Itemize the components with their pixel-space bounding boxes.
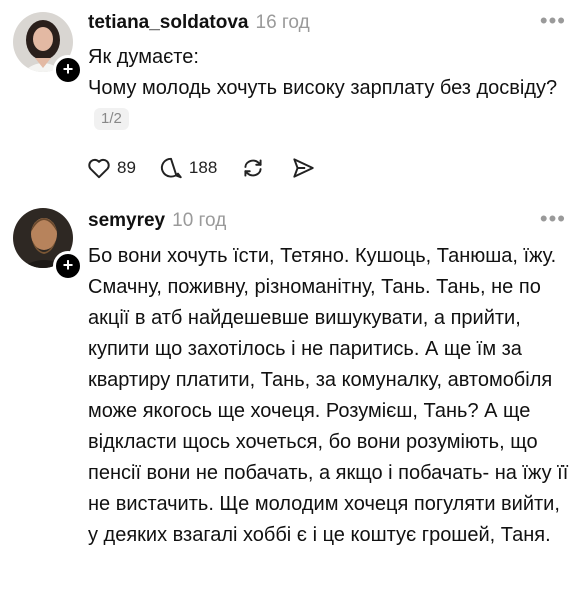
ellipsis-icon[interactable]: ••• <box>540 8 566 34</box>
comment-button[interactable]: 188 <box>158 155 217 181</box>
username[interactable]: semyrey <box>88 210 165 232</box>
repost-arrows-icon <box>244 159 262 177</box>
send-arrow-icon <box>293 158 315 178</box>
post-header: tetiana_soldatova 16 год <box>88 12 310 34</box>
share-button[interactable] <box>289 155 317 181</box>
post-actions: 89 188 <box>86 155 339 181</box>
speech-bubble-icon <box>160 157 182 179</box>
post-time: 10 год <box>172 210 227 231</box>
post: + tetiana_soldatova 16 год ••• Як думаєт… <box>0 0 584 190</box>
post-time: 16 год <box>255 12 310 33</box>
text-page-counter[interactable]: 1/2 <box>94 108 129 130</box>
post-header: semyrey 10 год <box>88 210 226 232</box>
follow-plus-icon[interactable]: + <box>53 251 83 281</box>
post: + semyrey 10 год ••• Бо вони хочуть їсти… <box>0 190 584 603</box>
post-text: Як думаєте: Чому молодь хочуть високу за… <box>88 46 558 99</box>
username[interactable]: tetiana_soldatova <box>88 12 249 34</box>
like-count: 89 <box>117 158 136 177</box>
ellipsis-icon[interactable]: ••• <box>540 206 566 232</box>
like-button[interactable]: 89 <box>86 155 136 181</box>
heart-icon <box>88 158 110 179</box>
avatar-container[interactable]: + <box>13 12 83 85</box>
post-text: Бо вони хочуть їсти, Тетяно. Кушоць, Тан… <box>88 245 569 546</box>
repost-button[interactable] <box>239 155 267 181</box>
comment-count: 188 <box>188 158 218 177</box>
avatar-container[interactable]: + <box>13 208 83 281</box>
post-text-container: Як думаєте: Чому молодь хочуть високу за… <box>88 42 574 135</box>
follow-plus-icon[interactable]: + <box>53 55 83 85</box>
